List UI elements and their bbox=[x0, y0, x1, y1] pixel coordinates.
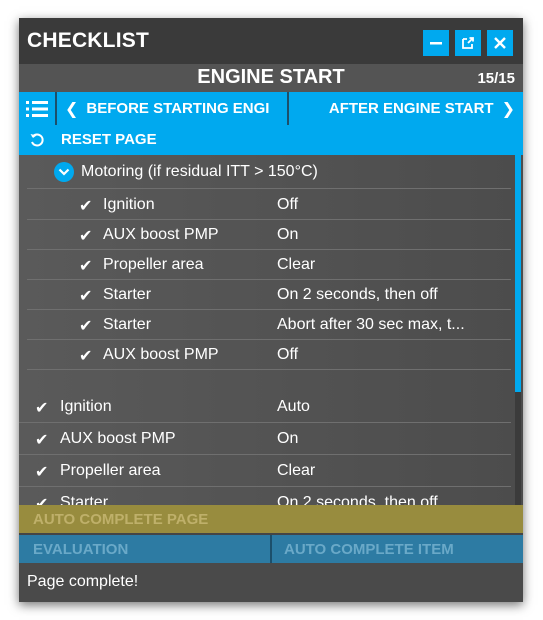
window-title: CHECKLIST bbox=[27, 29, 149, 52]
list-item[interactable]: ✔ Ignition Auto bbox=[19, 398, 511, 423]
list-item[interactable]: ✔ Starter On 2 seconds, then off bbox=[27, 286, 511, 310]
nav-divider bbox=[287, 92, 289, 125]
item-value: Clear bbox=[277, 256, 316, 273]
auto-complete-item-button[interactable]: AUTO COMPLETE ITEM bbox=[284, 541, 454, 558]
item-label: AUX boost PMP bbox=[60, 430, 176, 447]
auto-complete-page-label: AUTO COMPLETE PAGE bbox=[33, 511, 209, 528]
list-item[interactable]: ✔ Propeller area Clear bbox=[27, 256, 511, 280]
list-item[interactable]: ✔ Ignition Off bbox=[27, 196, 511, 220]
previous-page-button[interactable]: ❮ BEFORE STARTING ENGI bbox=[57, 92, 287, 125]
item-value: Clear bbox=[277, 462, 316, 479]
item-value: Auto bbox=[277, 398, 310, 415]
chevron-down-icon[interactable] bbox=[54, 162, 74, 182]
check-icon: ✔ bbox=[35, 400, 49, 417]
minimize-icon bbox=[430, 42, 442, 45]
reset-page-label: RESET PAGE bbox=[61, 131, 157, 148]
close-button[interactable] bbox=[487, 30, 513, 56]
next-page-button[interactable]: AFTER ENGINE START ❯ bbox=[290, 92, 523, 125]
check-icon: ✔ bbox=[35, 464, 49, 481]
status-bar: Page complete! bbox=[19, 563, 523, 602]
bottom-divider bbox=[270, 535, 272, 563]
checklist-items: Motoring (if residual ITT > 150°C) ✔ Ign… bbox=[19, 155, 523, 513]
item-label: Starter bbox=[103, 286, 152, 303]
next-page-label: AFTER ENGINE START bbox=[328, 100, 494, 117]
page-header: ENGINE START 15/15 bbox=[19, 64, 523, 92]
list-item[interactable]: ✔ Starter Abort after 30 sec max, t... bbox=[27, 316, 511, 340]
item-label: Ignition bbox=[103, 196, 155, 213]
item-value: On bbox=[277, 430, 299, 447]
item-label: Ignition bbox=[60, 398, 112, 415]
status-text: Page complete! bbox=[27, 573, 139, 590]
reset-page-button[interactable]: RESET PAGE bbox=[19, 125, 523, 155]
item-label: AUX boost PMP bbox=[103, 346, 219, 363]
group-header[interactable]: Motoring (if residual ITT > 150°C) bbox=[27, 162, 511, 189]
title-bar: CHECKLIST bbox=[19, 18, 523, 64]
auto-complete-page-button[interactable]: AUTO COMPLETE PAGE bbox=[19, 505, 523, 533]
item-label: AUX boost PMP bbox=[103, 226, 219, 243]
check-icon: ✔ bbox=[79, 318, 93, 335]
check-icon: ✔ bbox=[79, 198, 93, 215]
check-icon: ✔ bbox=[35, 432, 49, 449]
evaluation-button[interactable]: EVALUATION bbox=[33, 541, 128, 558]
item-value: Off bbox=[277, 196, 299, 213]
check-icon: ✔ bbox=[79, 258, 93, 275]
list-icon bbox=[26, 100, 48, 117]
minimize-button[interactable] bbox=[423, 30, 449, 56]
item-label: Propeller area bbox=[60, 462, 161, 479]
page-number: 15/15 bbox=[477, 70, 515, 87]
previous-page-label: BEFORE STARTING ENGI bbox=[86, 100, 270, 117]
popout-button[interactable] bbox=[455, 30, 481, 56]
close-icon bbox=[494, 37, 506, 49]
list-item[interactable]: ✔ AUX boost PMP On bbox=[19, 430, 511, 455]
item-value: Off bbox=[277, 346, 299, 363]
item-value: Abort after 30 sec max, t... bbox=[277, 316, 465, 333]
popout-icon bbox=[462, 37, 474, 49]
group-label: Motoring (if residual ITT > 150°C) bbox=[81, 163, 318, 180]
item-label: Starter bbox=[103, 316, 152, 333]
scrollbar-thumb[interactable] bbox=[515, 155, 521, 392]
list-item[interactable]: ✔ AUX boost PMP On bbox=[27, 226, 511, 250]
page-navigation: ❮ BEFORE STARTING ENGI AFTER ENGINE STAR… bbox=[19, 92, 523, 125]
check-icon: ✔ bbox=[79, 228, 93, 245]
item-label: Propeller area bbox=[103, 256, 204, 273]
page-title: ENGINE START bbox=[197, 66, 345, 88]
item-value: On bbox=[277, 226, 299, 243]
bottom-actions: EVALUATION AUTO COMPLETE ITEM bbox=[19, 535, 523, 563]
chevron-right-icon: ❯ bbox=[501, 100, 515, 118]
check-icon: ✔ bbox=[79, 288, 93, 305]
checklist-window: CHECKLIST ENGINE START 15/15 ❮ BEFORE ST… bbox=[19, 18, 523, 602]
reset-icon bbox=[30, 133, 44, 147]
item-value: On 2 seconds, then off bbox=[277, 286, 438, 303]
chevron-left-icon: ❮ bbox=[65, 100, 79, 118]
checklist-list-button[interactable] bbox=[19, 92, 55, 125]
list-item[interactable]: ✔ Propeller area Clear bbox=[19, 462, 511, 487]
list-item[interactable]: ✔ AUX boost PMP Off bbox=[27, 346, 511, 370]
check-icon: ✔ bbox=[79, 348, 93, 365]
